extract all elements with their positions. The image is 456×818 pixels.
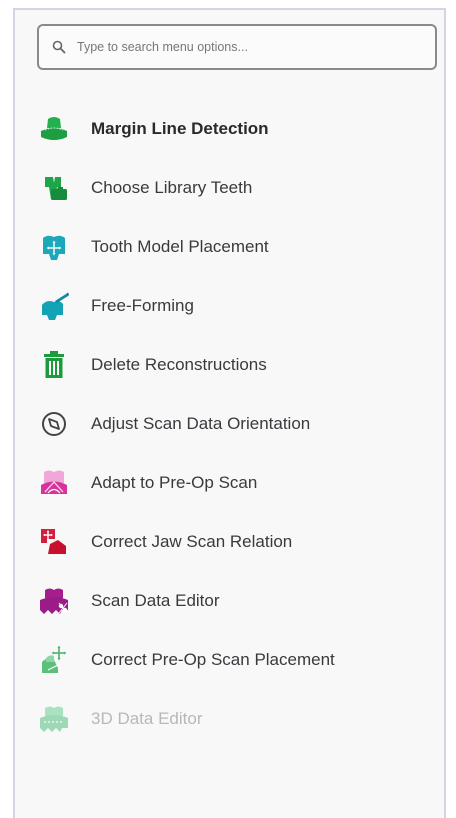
menu-item-label: Correct Pre-Op Scan Placement bbox=[91, 650, 335, 669]
menu-item-adapt-to-pre-op-scan[interactable]: Adapt to Pre-Op Scan bbox=[15, 461, 444, 505]
scan-editor-icon bbox=[37, 584, 71, 618]
menu-item-scan-data-editor[interactable]: Scan Data Editor bbox=[15, 579, 444, 623]
menu-panel: Margin Line Detection Choose Library Tee… bbox=[13, 8, 446, 818]
free-forming-icon bbox=[37, 289, 71, 323]
menu-item-label: Scan Data Editor bbox=[91, 591, 220, 610]
menu-item-3d-data-editor[interactable]: 3D Data Editor bbox=[15, 697, 444, 741]
menu-item-margin-line-detection[interactable]: Margin Line Detection bbox=[15, 107, 444, 151]
trash-icon bbox=[37, 348, 71, 382]
menu-item-choose-library-teeth[interactable]: Choose Library Teeth bbox=[15, 166, 444, 210]
menu-item-correct-jaw-scan-relation[interactable]: Correct Jaw Scan Relation bbox=[15, 520, 444, 564]
menu-item-correct-pre-op-scan-placement[interactable]: Correct Pre-Op Scan Placement bbox=[15, 638, 444, 682]
menu-item-label: Delete Reconstructions bbox=[91, 355, 267, 374]
menu-item-label: Free-Forming bbox=[91, 296, 194, 315]
menu-item-delete-reconstructions[interactable]: Delete Reconstructions bbox=[15, 343, 444, 387]
menu-item-label: Adapt to Pre-Op Scan bbox=[91, 473, 258, 492]
menu-item-adjust-scan-data-orientation[interactable]: Adjust Scan Data Orientation bbox=[15, 402, 444, 446]
search-box[interactable] bbox=[37, 24, 437, 70]
menu-item-label: Correct Jaw Scan Relation bbox=[91, 532, 293, 551]
menu-item-label: Tooth Model Placement bbox=[91, 237, 269, 256]
search-input[interactable] bbox=[77, 40, 397, 54]
3d-editor-icon bbox=[37, 702, 71, 736]
library-teeth-icon bbox=[37, 171, 71, 205]
margin-line-icon bbox=[37, 112, 71, 146]
jaw-relation-icon bbox=[37, 525, 71, 559]
menu-item-label: Margin Line Detection bbox=[91, 119, 269, 138]
pre-op-adapt-icon bbox=[37, 466, 71, 500]
pre-op-placement-icon bbox=[37, 643, 71, 677]
tooth-placement-icon bbox=[37, 230, 71, 264]
menu-item-label: Choose Library Teeth bbox=[91, 178, 253, 197]
compass-icon bbox=[37, 407, 71, 441]
menu-item-free-forming[interactable]: Free-Forming bbox=[15, 284, 444, 328]
menu-item-label: Adjust Scan Data Orientation bbox=[91, 414, 311, 433]
menu-item-tooth-model-placement[interactable]: Tooth Model Placement bbox=[15, 225, 444, 269]
search-icon bbox=[51, 39, 67, 55]
menu-item-label: 3D Data Editor bbox=[91, 709, 203, 728]
